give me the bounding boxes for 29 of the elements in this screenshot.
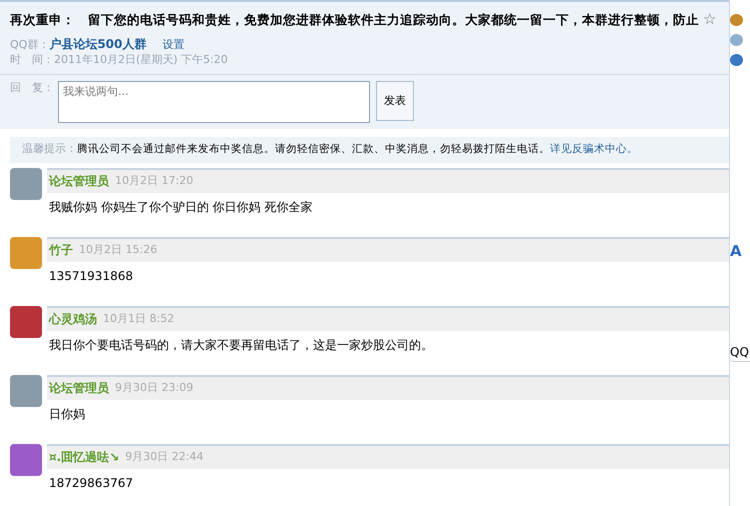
author-link[interactable]: 心灵鸡汤 bbox=[49, 310, 97, 328]
post-time: 时 间：2011年10月2日(星期天) 下午5:20 bbox=[10, 53, 229, 68]
notice-text: 腾讯公司不会通过邮件来发布中奖信息。请勿轻信密保、汇款、中奖消息，勿轻易拨打陌生电话。 bbox=[77, 142, 550, 155]
author-link[interactable]: 竹子 bbox=[49, 241, 73, 260]
post-time: 10月2日 15:26 bbox=[79, 242, 158, 258]
post-time: 9月30日 23:09 bbox=[115, 380, 194, 396]
post-text: 我日你个要电话号码的，请大家不要再留电话了，这是一家炒股公司的。 bbox=[48, 336, 434, 354]
author-link[interactable]: 论坛管理员 bbox=[49, 172, 109, 190]
submit-button[interactable]: 发表 bbox=[376, 80, 414, 121]
post-text: 18729863767 bbox=[48, 474, 134, 492]
post-text: 我贼你妈 你妈生了你个驴日的 你日你妈 死你全家 bbox=[48, 198, 314, 216]
group-label: QQ群： bbox=[10, 38, 50, 50]
reply-label: 回 复： bbox=[10, 80, 54, 96]
group-link[interactable]: 户县论坛500人群 bbox=[49, 36, 146, 50]
letter-icon[interactable]: A bbox=[730, 240, 742, 262]
post-time: 10月2日 17:20 bbox=[115, 172, 194, 189]
post-text: 日你妈 bbox=[48, 406, 86, 422]
post-time: 9月30日 22:44 bbox=[125, 448, 204, 465]
reply-field[interactable]: 我来说两句... bbox=[58, 80, 370, 123]
author-link[interactable]: ¤.囬忆過呿↘ bbox=[49, 448, 120, 466]
settings-link[interactable]: 设置 bbox=[162, 38, 184, 50]
post-time: 10月1日 8:52 bbox=[103, 310, 174, 327]
post-text: 13571931868 bbox=[48, 268, 134, 284]
star-button[interactable]: ☆ bbox=[703, 10, 716, 28]
topic-title: 再次重申： 留下您的电话号码和贵姓，免费加您进群体验软件主力追踪动向。大家都统一留一下，本群进行整顿，防止 bbox=[10, 12, 699, 27]
anti-fraud-link[interactable]: 详见反骗术中心。 bbox=[550, 142, 638, 155]
qq-label: QQ bbox=[730, 344, 749, 362]
author-link[interactable]: 论坛管理员 bbox=[49, 379, 109, 398]
notice-label: 温馨提示： bbox=[22, 142, 77, 155]
